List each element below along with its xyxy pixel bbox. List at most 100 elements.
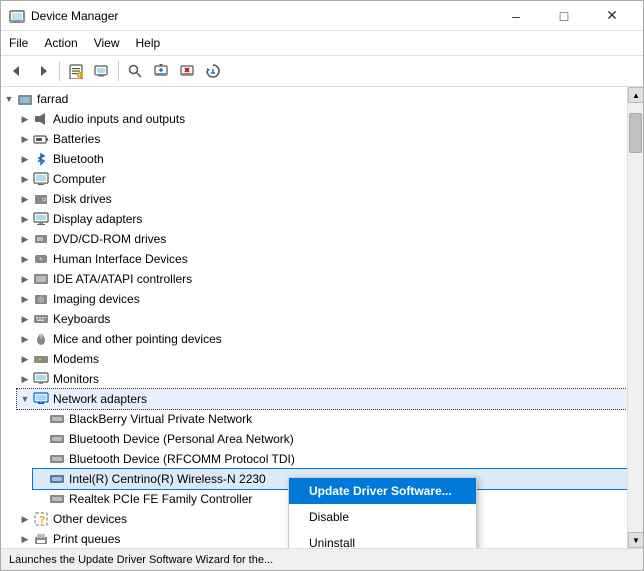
- toolbar-separator-2: [118, 61, 119, 81]
- root-expand-icon: ▼: [1, 91, 17, 107]
- netcard-icon-realtek: [49, 491, 65, 507]
- forward-button[interactable]: [31, 59, 55, 83]
- imaging-expand-icon: ▶: [17, 291, 33, 307]
- device-manager-window: Device Manager ‒ □ ✕ File Action View He…: [0, 0, 644, 571]
- batteries-expand-icon: ▶: [17, 131, 33, 147]
- network-icon: [33, 391, 49, 407]
- menu-bar: File Action View Help: [1, 31, 643, 56]
- properties-button[interactable]: !: [64, 59, 88, 83]
- mice-expand-icon: ▶: [17, 331, 33, 347]
- window-controls: ‒ □ ✕: [493, 1, 635, 31]
- menu-view[interactable]: View: [86, 33, 128, 53]
- audio-label: Audio inputs and outputs: [53, 110, 185, 128]
- hid-expand-icon: ▶: [17, 251, 33, 267]
- root-node[interactable]: ▼ farrad: [1, 89, 627, 109]
- tree-view[interactable]: ▼ farrad ▶: [1, 87, 627, 548]
- modems-expand-icon: ▶: [17, 351, 33, 367]
- tree-item-display[interactable]: ▶ Display adapters: [17, 209, 627, 229]
- display-label: Display adapters: [53, 210, 142, 228]
- dvd-expand-icon: ▶: [17, 231, 33, 247]
- imaging-label: Imaging devices: [53, 290, 140, 308]
- search-button[interactable]: [123, 59, 147, 83]
- bluetooth-icon: [33, 151, 49, 167]
- tree-item-ide[interactable]: ▶ IDE ATA/ATAPI controllers: [17, 269, 627, 289]
- root-icon: [17, 91, 33, 107]
- net-bt1-label: Bluetooth Device (Personal Area Network): [69, 430, 294, 448]
- scan-button[interactable]: [201, 59, 225, 83]
- net-realtek-label: Realtek PCIe FE Family Controller: [69, 490, 252, 508]
- maximize-button[interactable]: □: [541, 1, 587, 31]
- tree-item-disk[interactable]: ▶ Disk drives: [17, 189, 627, 209]
- scroll-down-button[interactable]: ▼: [628, 532, 643, 548]
- netcard-icon-bt2: [49, 451, 65, 467]
- tree-item-batteries[interactable]: ▶ Batteries: [17, 129, 627, 149]
- tree-item-bluetooth[interactable]: ▶ Bluetooth: [17, 149, 627, 169]
- tree-item-mice[interactable]: ▶ Mice and other pointing devices: [17, 329, 627, 349]
- mice-label: Mice and other pointing devices: [53, 330, 222, 348]
- disk-expand-icon: ▶: [17, 191, 33, 207]
- tree-item-network[interactable]: ▼ Network adapters: [17, 389, 627, 409]
- close-button[interactable]: ✕: [589, 1, 635, 31]
- monitor-icon: [33, 371, 49, 387]
- menu-action[interactable]: Action: [36, 33, 85, 53]
- tree-item-keyboards[interactable]: ▶ Keyboards: [17, 309, 627, 329]
- netcard-icon-intel: [49, 471, 65, 487]
- tree-item-dvd[interactable]: ▶ DVD/CD-ROM drives: [17, 229, 627, 249]
- tree-item-net-bt1[interactable]: ▶ Bluetooth Device (Personal Area Networ…: [33, 429, 627, 449]
- vertical-scrollbar[interactable]: ▲ ▼: [627, 87, 643, 548]
- keyboards-label: Keyboards: [53, 310, 110, 328]
- ide-label: IDE ATA/ATAPI controllers: [53, 270, 192, 288]
- tree-item-net-bt2[interactable]: ▶ Bluetooth Device (RFCOMM Protocol TDI): [33, 449, 627, 469]
- disk-icon: [33, 191, 49, 207]
- bluetooth-label: Bluetooth: [53, 150, 104, 168]
- ctx-uninstall[interactable]: Uninstall: [289, 530, 476, 548]
- network-label: Network adapters: [53, 390, 147, 408]
- hid-label: Human Interface Devices: [53, 250, 188, 268]
- computer-label: Computer: [53, 170, 106, 188]
- ide-expand-icon: ▶: [17, 271, 33, 287]
- tree-item-imaging[interactable]: ▶ Imaging devices: [17, 289, 627, 309]
- device-mgr-button[interactable]: [90, 59, 114, 83]
- scroll-thumb[interactable]: [629, 113, 642, 153]
- window-icon: [9, 8, 25, 24]
- computer-icon: [33, 171, 49, 187]
- print-icon: [33, 531, 49, 547]
- dvd-icon: [33, 231, 49, 247]
- hid-icon: [33, 251, 49, 267]
- svg-text:?: ?: [39, 515, 45, 526]
- modem-icon: [33, 351, 49, 367]
- tree-item-modems[interactable]: ▶ Modems: [17, 349, 627, 369]
- scroll-up-button[interactable]: ▲: [628, 87, 643, 103]
- scroll-track[interactable]: [628, 103, 643, 532]
- root-label: farrad: [37, 90, 68, 108]
- ctx-disable[interactable]: Disable: [289, 504, 476, 530]
- netcard-icon-bb: [49, 411, 65, 427]
- dvd-label: DVD/CD-ROM drives: [53, 230, 166, 248]
- uninstall-button[interactable]: [175, 59, 199, 83]
- audio-icon: [33, 111, 49, 127]
- add-button[interactable]: [149, 59, 173, 83]
- toolbar: !: [1, 56, 643, 87]
- tree-item-hid[interactable]: ▶ Human Interface Devices: [17, 249, 627, 269]
- keyboards-expand-icon: ▶: [17, 311, 33, 327]
- menu-file[interactable]: File: [1, 33, 36, 53]
- tree-item-net-bb[interactable]: ▶ BlackBerry Virtual Private Network: [33, 409, 627, 429]
- modems-label: Modems: [53, 350, 99, 368]
- tree-item-computer[interactable]: ▶ Computer: [17, 169, 627, 189]
- net-bt2-label: Bluetooth Device (RFCOMM Protocol TDI): [69, 450, 295, 468]
- ctx-update-driver[interactable]: Update Driver Software...: [289, 478, 476, 504]
- bluetooth-expand-icon: ▶: [17, 151, 33, 167]
- window-title: Device Manager: [31, 9, 493, 23]
- tree-item-monitors[interactable]: ▶ Monitors: [17, 369, 627, 389]
- other-label: Other devices: [53, 510, 127, 528]
- monitors-label: Monitors: [53, 370, 99, 388]
- status-bar: Launches the Update Driver Software Wiza…: [1, 548, 643, 570]
- computer-expand-icon: ▶: [17, 171, 33, 187]
- tree-item-audio[interactable]: ▶ Audio inputs and outputs: [17, 109, 627, 129]
- display-expand-icon: ▶: [17, 211, 33, 227]
- back-button[interactable]: [5, 59, 29, 83]
- minimize-button[interactable]: ‒: [493, 1, 539, 31]
- other-expand-icon: ▶: [17, 511, 33, 527]
- menu-help[interactable]: Help: [128, 33, 169, 53]
- tree-view-outer: ▼ farrad ▶: [1, 87, 643, 548]
